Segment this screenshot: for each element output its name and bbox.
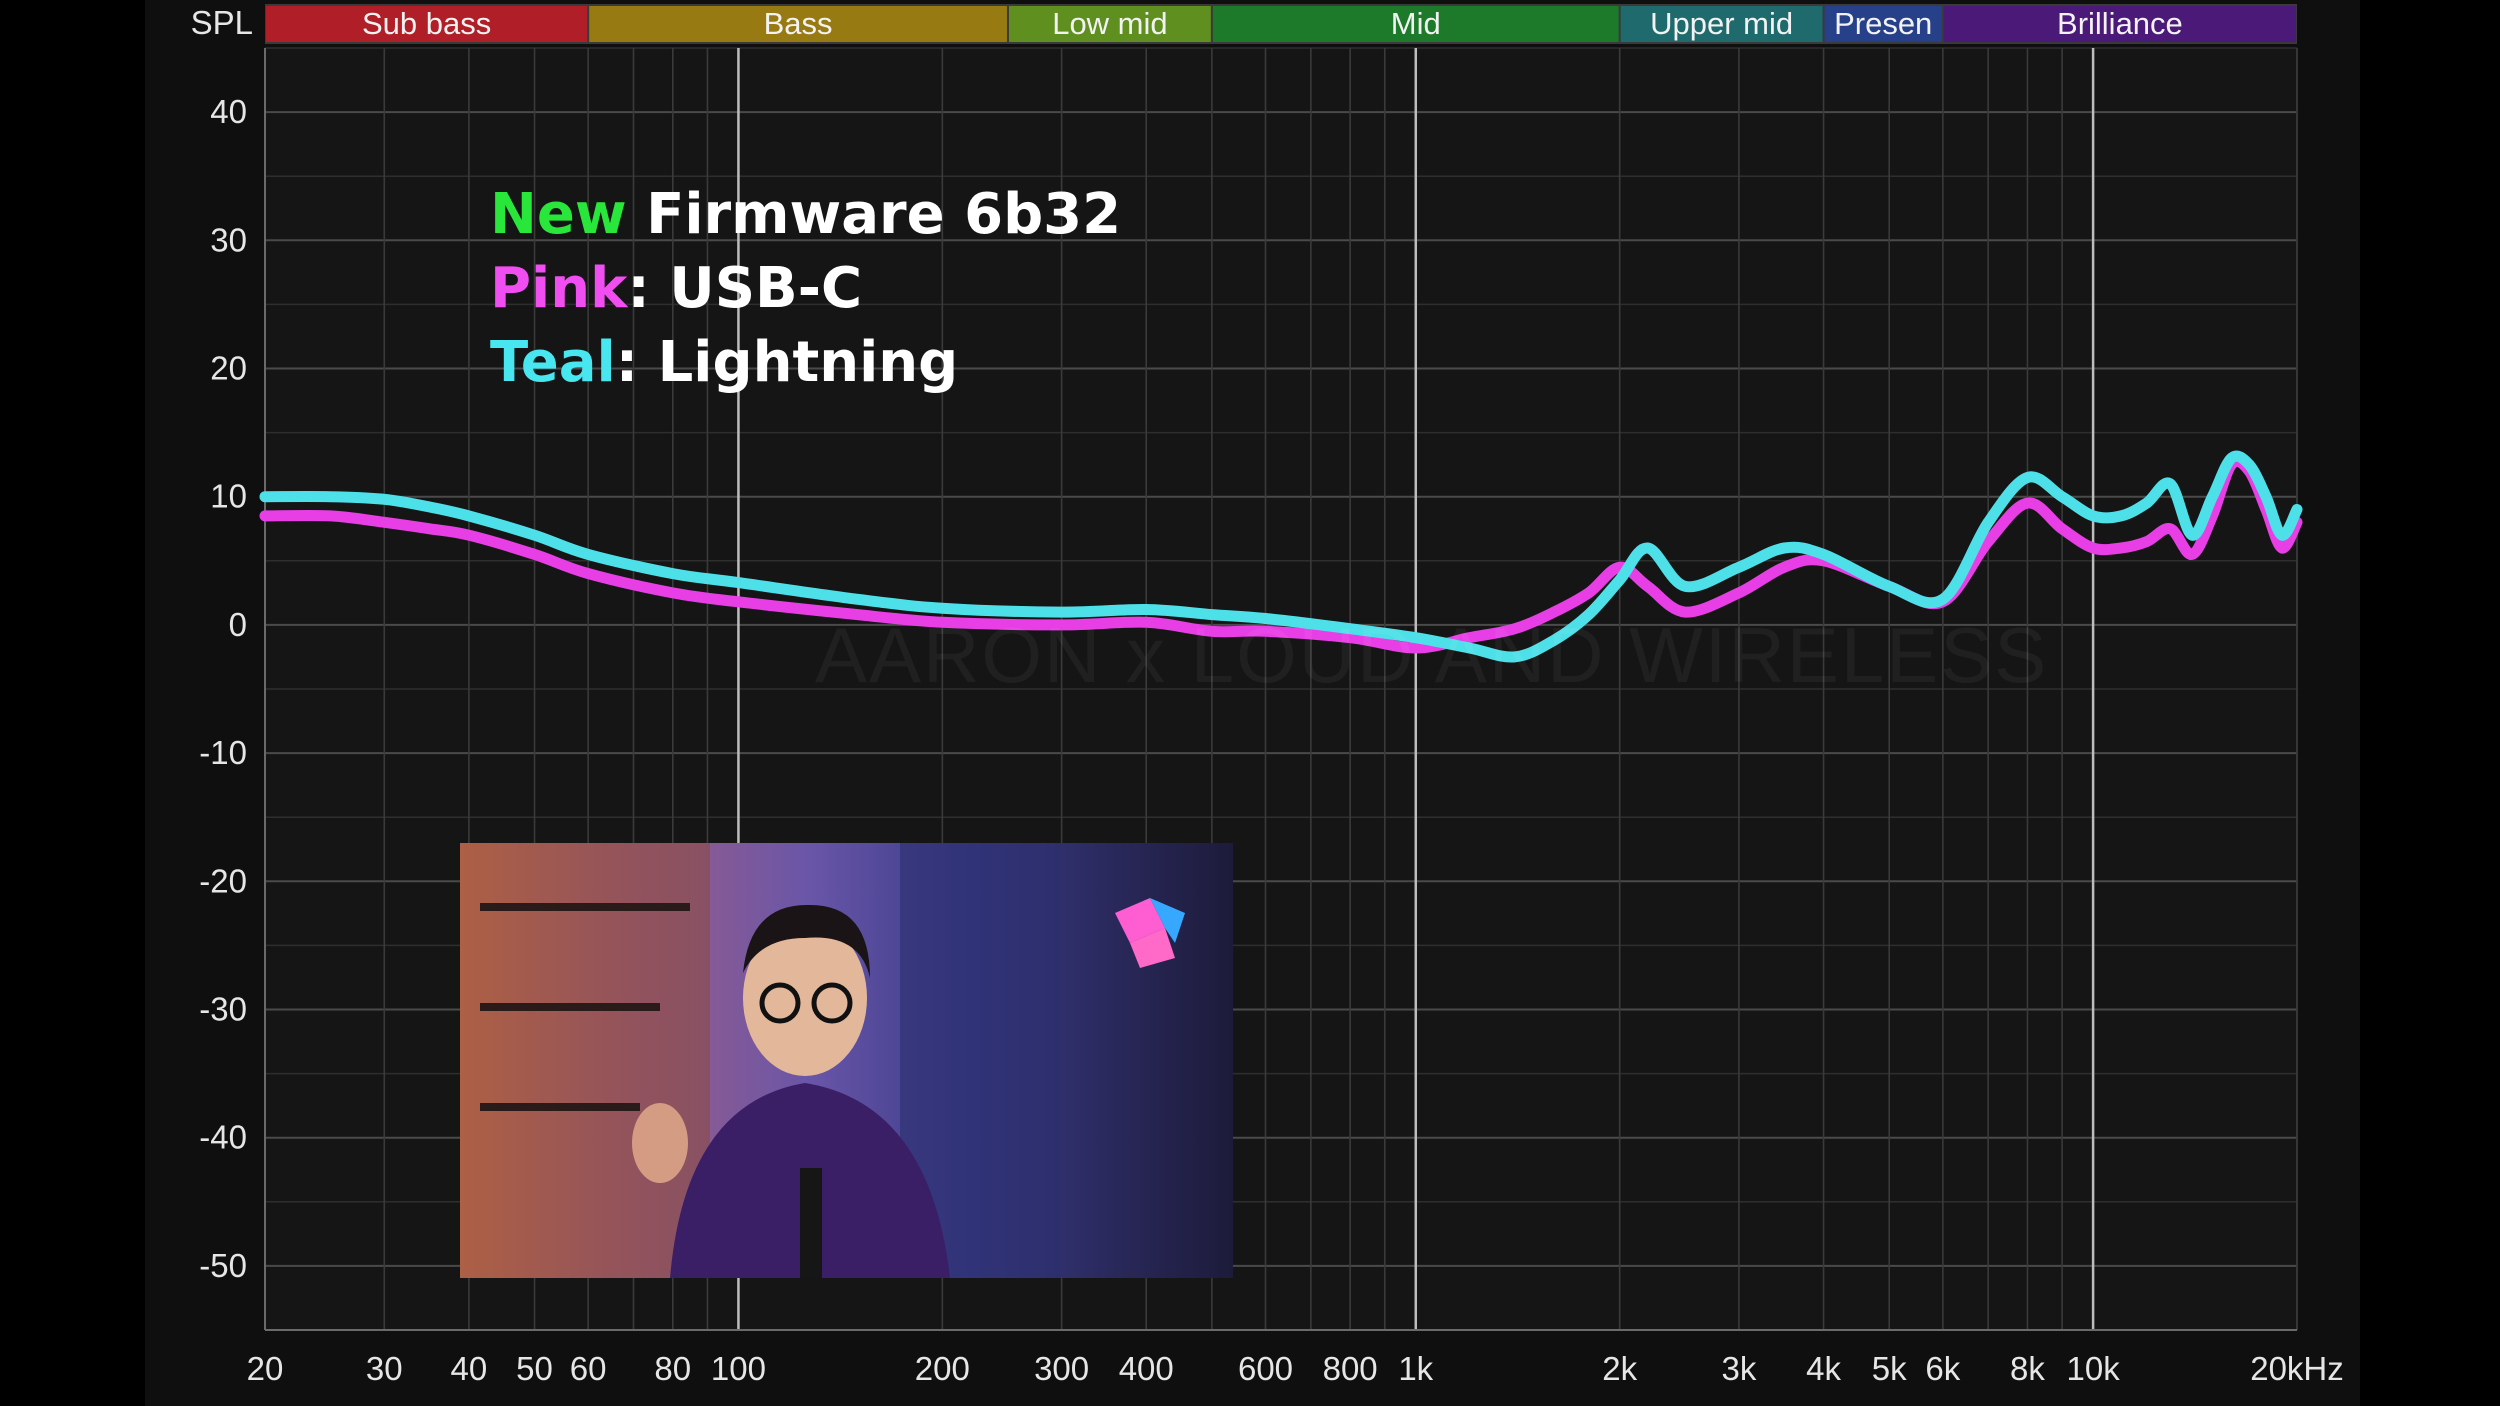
webcam-video-overlay bbox=[460, 843, 1233, 1278]
x-tick-label: 6k bbox=[1925, 1350, 1960, 1387]
presenter-video-image bbox=[460, 843, 1185, 1278]
y-axis-label: SPL bbox=[191, 4, 253, 41]
band-label: Sub bass bbox=[362, 6, 491, 41]
x-tick-label: 40 bbox=[451, 1350, 488, 1387]
watermark: AARON x LOUD AND WIRELESS bbox=[815, 611, 2049, 699]
x-tick-label: 800 bbox=[1323, 1350, 1378, 1387]
legend-text: : USB-C bbox=[627, 256, 863, 321]
legend-highlight: New bbox=[490, 182, 627, 247]
x-tick-label: 200 bbox=[915, 1350, 970, 1387]
band-label: Brilliance bbox=[2057, 6, 2183, 41]
legend: New Firmware 6b32 Pink: USB-C Teal: Lightn… bbox=[490, 178, 1121, 400]
y-tick-label: -10 bbox=[199, 734, 247, 771]
graph-frame: Sub bass Bass Low mid Mid Upper mid Presen Bri… bbox=[145, 0, 2360, 1406]
y-tick-label: 40 bbox=[210, 93, 247, 130]
y-tick-label: 10 bbox=[210, 478, 247, 515]
y-axis: 40 30 20 10 0 -10 -20 -30 -40 -50 bbox=[199, 93, 247, 1284]
x-tick-label: 5k bbox=[1872, 1350, 1907, 1387]
band-label: Mid bbox=[1391, 6, 1441, 41]
legend-line: Teal: Lightning bbox=[490, 326, 1121, 400]
legend-line: Pink: USB-C bbox=[490, 252, 1121, 326]
legend-highlight: Teal bbox=[490, 330, 616, 395]
x-axis: 20 30 40 50 60 80 100 200 300 400 600 800 1k 2k 3k 4k 5k… bbox=[247, 1350, 2344, 1387]
band-label: Bass bbox=[764, 6, 833, 41]
y-tick-label: -40 bbox=[199, 1119, 247, 1156]
x-tick-label: 8k bbox=[2010, 1350, 2045, 1387]
y-tick-label: -50 bbox=[199, 1247, 247, 1284]
y-tick-label: -30 bbox=[199, 991, 247, 1028]
x-tick-label: 50 bbox=[516, 1350, 553, 1387]
x-tick-label: 20kHz bbox=[2250, 1350, 2344, 1387]
x-tick-label: 100 bbox=[711, 1350, 766, 1387]
x-tick-label: 2k bbox=[1602, 1350, 1637, 1387]
x-tick-label: 600 bbox=[1238, 1350, 1293, 1387]
legend-highlight: Pink bbox=[490, 256, 628, 321]
x-tick-label: 10k bbox=[2066, 1350, 2120, 1387]
y-tick-label: 30 bbox=[210, 221, 247, 258]
y-tick-label: 0 bbox=[229, 606, 247, 643]
legend-text: Firmware 6b32 bbox=[626, 182, 1122, 247]
x-tick-label: 60 bbox=[570, 1350, 607, 1387]
x-tick-label: 1k bbox=[1398, 1350, 1433, 1387]
x-tick-label: 30 bbox=[366, 1350, 403, 1387]
x-tick-label: 400 bbox=[1119, 1350, 1174, 1387]
legend-text: : Lightning bbox=[615, 330, 959, 395]
x-tick-label: 3k bbox=[1722, 1350, 1757, 1387]
y-tick-label: 20 bbox=[210, 350, 247, 387]
legend-line: New Firmware 6b32 bbox=[490, 178, 1121, 252]
x-tick-label: 80 bbox=[654, 1350, 691, 1387]
band-label: Upper mid bbox=[1650, 6, 1793, 41]
x-tick-label: 300 bbox=[1034, 1350, 1089, 1387]
band-label: Low mid bbox=[1052, 6, 1167, 41]
band-label: Presen bbox=[1834, 6, 1932, 41]
band-bar: Sub bass Bass Low mid Mid Upper mid Presen Bri… bbox=[265, 4, 2297, 44]
x-tick-label: 20 bbox=[247, 1350, 284, 1387]
x-tick-label: 4k bbox=[1806, 1350, 1841, 1387]
y-tick-label: -20 bbox=[199, 862, 247, 899]
